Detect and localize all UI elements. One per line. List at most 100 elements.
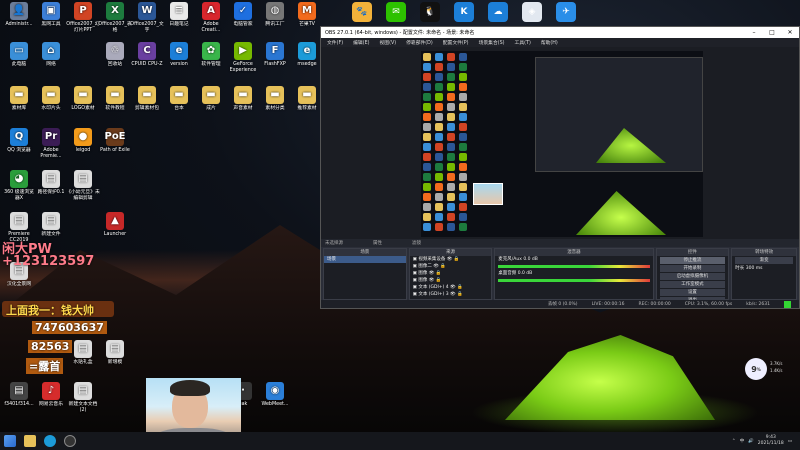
- k-app-icon[interactable]: K: [454, 2, 474, 22]
- desktop-icon[interactable]: ▬ 素材分类: [258, 86, 292, 112]
- desktop-icon-label: Adobe Premie...: [40, 148, 62, 159]
- desktop-icon[interactable]: ◍ 腾讯工厂: [258, 2, 292, 28]
- minimize-icon[interactable]: –: [745, 29, 763, 36]
- preview-icon: [423, 53, 431, 61]
- maximize-icon[interactable]: □: [763, 29, 781, 36]
- obs-preview[interactable]: [321, 47, 799, 239]
- desktop-icon[interactable]: C CPUID CPU-Z: [130, 42, 164, 68]
- obs-taskbar-icon[interactable]: [64, 435, 76, 447]
- desktop-icon[interactable]: 👤 Administr...: [2, 2, 36, 28]
- notification-icon[interactable]: ▭: [788, 439, 792, 444]
- tray-chevron-icon[interactable]: ⌃: [732, 439, 736, 444]
- obs-menu-item[interactable]: 工具(T): [515, 39, 531, 46]
- desktop-icon[interactable]: ▶ GeForce Experience: [226, 42, 260, 74]
- desktop-icon[interactable]: ▬ 推荐素材: [290, 86, 324, 112]
- desktop-icon[interactable]: ▬ 剪辑素材包: [130, 86, 164, 112]
- volume-meter[interactable]: [498, 279, 650, 282]
- desktop-icon[interactable]: ● leigod: [66, 128, 100, 154]
- properties-button[interactable]: 属性: [373, 240, 382, 246]
- desktop-icon[interactable]: W Office2007_文字: [130, 2, 164, 34]
- desktop-icon[interactable]: ▤ 《小幼元旦》未编辑剪辑: [66, 170, 100, 202]
- transition-select[interactable]: 渐变: [735, 257, 793, 264]
- source-item[interactable]: ▣ 图像 👁 🔒: [410, 277, 492, 284]
- desktop-icon[interactable]: Q QQ 浏览器: [2, 128, 36, 154]
- desktop-icon[interactable]: ▭ 此电脑: [2, 42, 36, 68]
- source-item[interactable]: ▣ 文本 (GDI+) 4 👁 🔒: [410, 284, 492, 291]
- desktop-icon[interactable]: ▬ LOGO素材: [66, 86, 100, 112]
- desktop-icon[interactable]: ⌂ 网络: [34, 42, 68, 68]
- volume-meter[interactable]: [498, 265, 650, 268]
- desktop-icon[interactable]: Pr Adobe Premie...: [34, 128, 68, 160]
- desktop-icon-glyph: ▬: [10, 86, 28, 104]
- obs-menu-item[interactable]: 停靠部件(D): [406, 39, 433, 46]
- desktop-icon[interactable]: A Adobe Creati...: [194, 2, 228, 34]
- control-button[interactable]: 开始录制: [659, 265, 726, 272]
- desktop-icon[interactable]: ≡ 日趣笔记: [162, 2, 196, 28]
- transitions-title: 转场特效: [732, 249, 796, 256]
- obs-title-bar[interactable]: OBS 27.0.1 (64-bit, windows) - 配置文件: 未命名…: [321, 27, 799, 38]
- desktop-icon[interactable]: ▤ 新增模: [98, 340, 132, 366]
- desktop-icon[interactable]: ◉ WebMeet...: [258, 382, 292, 408]
- obs-menu-item[interactable]: 配置文件(P): [443, 39, 469, 46]
- control-button[interactable]: 设置: [659, 289, 726, 296]
- desktop-icon-glyph: ▤: [74, 340, 92, 358]
- cloud-icon[interactable]: ☁: [488, 2, 508, 22]
- desktop-icon[interactable]: ▣ 黑网工具: [34, 2, 68, 28]
- desktop-icon[interactable]: ▤ 新建文本文档 (2): [66, 382, 100, 414]
- scene-item[interactable]: 场景: [324, 256, 406, 263]
- desktop-icon[interactable]: ▬ 台本: [162, 86, 196, 112]
- preview-icon: [459, 113, 467, 121]
- obs-menu-item[interactable]: 编辑(E): [353, 39, 369, 46]
- obs-menu-item[interactable]: 文件(F): [327, 39, 343, 46]
- desktop-icon[interactable]: ▬ 素材库: [2, 86, 36, 112]
- source-item[interactable]: ▣ 文本 (GDI+) 3 👁 🔒: [410, 291, 492, 298]
- control-button[interactable]: 启动虚拟摄像机: [659, 273, 726, 280]
- obs-window[interactable]: OBS 27.0.1 (64-bit, windows) - 配置文件: 未命名…: [320, 26, 800, 309]
- duration-input[interactable]: 300 ms: [746, 266, 763, 271]
- desktop-icon[interactable]: F FlashFXP: [258, 42, 292, 68]
- desktop-icon[interactable]: ▤ f3401f314...: [2, 382, 36, 408]
- control-button[interactable]: 停止推流: [659, 257, 726, 264]
- desktop-icon[interactable]: ▤ 新建文件: [34, 212, 68, 238]
- desktop-icon[interactable]: e msedge: [290, 42, 324, 68]
- desktop-icon[interactable]: ✓ 电脑管家: [226, 2, 260, 28]
- desktop-icon[interactable]: e version: [162, 42, 196, 68]
- edge-icon[interactable]: [44, 435, 56, 447]
- volume-icon[interactable]: 🔊: [748, 439, 754, 444]
- obs-menu-item[interactable]: 视图(V): [379, 39, 396, 46]
- bird-icon[interactable]: ✈: [556, 2, 576, 22]
- desktop-icon[interactable]: X Office2007_表格: [98, 2, 132, 34]
- filters-button[interactable]: 滤镜: [412, 240, 421, 246]
- desktop-icon[interactable]: ♪ 网易云音乐: [34, 382, 68, 408]
- desktop-icon[interactable]: ▬ 成片: [194, 86, 228, 112]
- file-explorer-icon[interactable]: [24, 435, 36, 447]
- close-icon[interactable]: ✕: [781, 29, 799, 36]
- desktop-icon[interactable]: ▬ 水印片头: [34, 86, 68, 112]
- preview-canvas[interactable]: [421, 51, 703, 237]
- taskbar-clock[interactable]: 9:43 2021/11/18: [758, 435, 784, 447]
- preview-icon: [447, 183, 455, 191]
- desktop-icon[interactable]: PoE Path of Exile: [98, 128, 132, 154]
- desktop-icon[interactable]: ✿ 软件管理: [194, 42, 228, 68]
- desktop-icon[interactable]: ◕ 360 极速浏览器X: [2, 170, 36, 202]
- obs-menu-item[interactable]: 场景集合(S): [479, 39, 505, 46]
- qq-icon[interactable]: 🐧: [420, 2, 440, 22]
- source-item[interactable]: ▣ 图像 👁 🔒: [410, 270, 492, 277]
- photos-icon[interactable]: ◈: [522, 2, 542, 22]
- desktop-icon[interactable]: ▬ 声音素材: [226, 86, 260, 112]
- qq-pet-icon[interactable]: 🐾: [352, 2, 372, 22]
- desktop-icon[interactable]: P Office2007_幻灯片PPT: [66, 2, 100, 34]
- desktop-icon[interactable]: ▬ 软件教程: [98, 86, 132, 112]
- desktop-icon[interactable]: M 芒果TV: [290, 2, 324, 28]
- desktop-icon[interactable]: ♲ 回收站: [98, 42, 132, 68]
- source-item[interactable]: ▣ 视频采集设备 👁 🔒: [410, 256, 492, 263]
- desktop-icon[interactable]: ▤ 路径保护0.1: [34, 170, 68, 196]
- wechat-icon[interactable]: ✉: [386, 2, 406, 22]
- speed-assistant-ball[interactable]: 9%: [745, 358, 767, 380]
- control-button[interactable]: 工作室模式: [659, 281, 726, 288]
- source-item[interactable]: ▣ 图像二 👁 🔒: [410, 263, 492, 270]
- input-language[interactable]: 中: [740, 438, 745, 444]
- start-icon[interactable]: [4, 435, 16, 447]
- desktop-icon[interactable]: ▲ Launcher: [98, 212, 132, 238]
- obs-menu-item[interactable]: 帮助(H): [541, 39, 558, 46]
